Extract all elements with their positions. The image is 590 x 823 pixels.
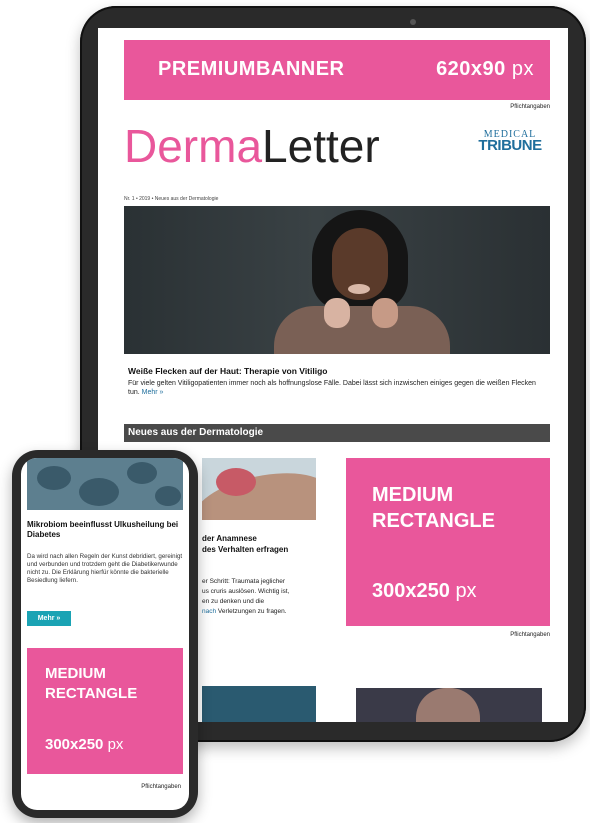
article-image-microbiome[interactable] (27, 458, 183, 510)
pflichtangaben-link[interactable]: Pflichtangaben (510, 104, 550, 110)
article2-title-line2[interactable]: des Verhalten erfragen (202, 545, 288, 554)
mehr-button[interactable]: Mehr » (27, 611, 71, 626)
lead-article-more-link[interactable]: Mehr » (142, 389, 164, 396)
ad-size: 300x250 px (372, 580, 477, 602)
ad-line-medium: MEDIUM (372, 484, 454, 506)
hero-image[interactable] (124, 206, 550, 354)
ad-line-medium: MEDIUM (45, 665, 106, 682)
article2-text-line3: en zu denken und die (202, 598, 265, 605)
phone-medium-rectangle-ad[interactable]: MEDIUM RECTANGLE 300x250 px (27, 648, 183, 774)
article-image-cells[interactable] (202, 686, 316, 722)
lead-article-title[interactable]: Weiße Flecken auf der Haut: Therapie von… (128, 366, 327, 376)
phone-article-text: Da wird nach allen Regeln der Kunst debr… (27, 553, 183, 585)
camera-icon (410, 19, 416, 25)
section-heading: Neues aus der Dermatologie (124, 424, 550, 442)
article2-title-line1[interactable]: der Anamnese (202, 534, 257, 543)
phone-pflichtangaben-link[interactable]: Pflichtangaben (141, 784, 181, 790)
article-image-wound[interactable] (202, 458, 316, 520)
premium-banner-ad[interactable]: PREMIUMBANNER 620x90 px (124, 40, 550, 100)
ad-line-rectangle: RECTANGLE (372, 510, 495, 532)
ad-size: 300x250 px (45, 736, 124, 753)
issue-line: Nr. 1 • 2019 • Neues aus der Dermatologi… (124, 196, 219, 202)
ad-line-rectangle: RECTANGLE (45, 685, 138, 703)
article-image-arm[interactable] (356, 688, 542, 722)
premium-banner-size: 620x90 px (436, 58, 534, 80)
pflichtangaben-link-2[interactable]: Pflichtangaben (510, 632, 550, 638)
phone-article-title[interactable]: Mikrobiom beeinflusst Ulkusheilung bei D… (27, 520, 185, 540)
medical-tribune-logo[interactable]: MEDICAL TRIBUNE (470, 130, 550, 153)
article2-text-line2: us cruris auslösen. Wichtig ist, (202, 588, 290, 595)
dermaletter-logo[interactable]: DermaLetter (124, 123, 380, 169)
phone-device: Mikrobiom beeinflusst Ulkusheilung bei D… (12, 450, 198, 818)
lead-article-text: Für viele gelten Vitiligopatienten immer… (128, 380, 536, 397)
article2-text-line4: nach Verletzungen zu fragen. (202, 608, 287, 615)
medium-rectangle-ad[interactable]: MEDIUM RECTANGLE 300x250 px (346, 458, 550, 626)
premium-banner-label: PREMIUMBANNER (158, 58, 345, 80)
article2-text-line1: er Schritt: Traumata jeglicher (202, 578, 286, 585)
phone-screen: Mikrobiom beeinflusst Ulkusheilung bei D… (21, 458, 189, 810)
